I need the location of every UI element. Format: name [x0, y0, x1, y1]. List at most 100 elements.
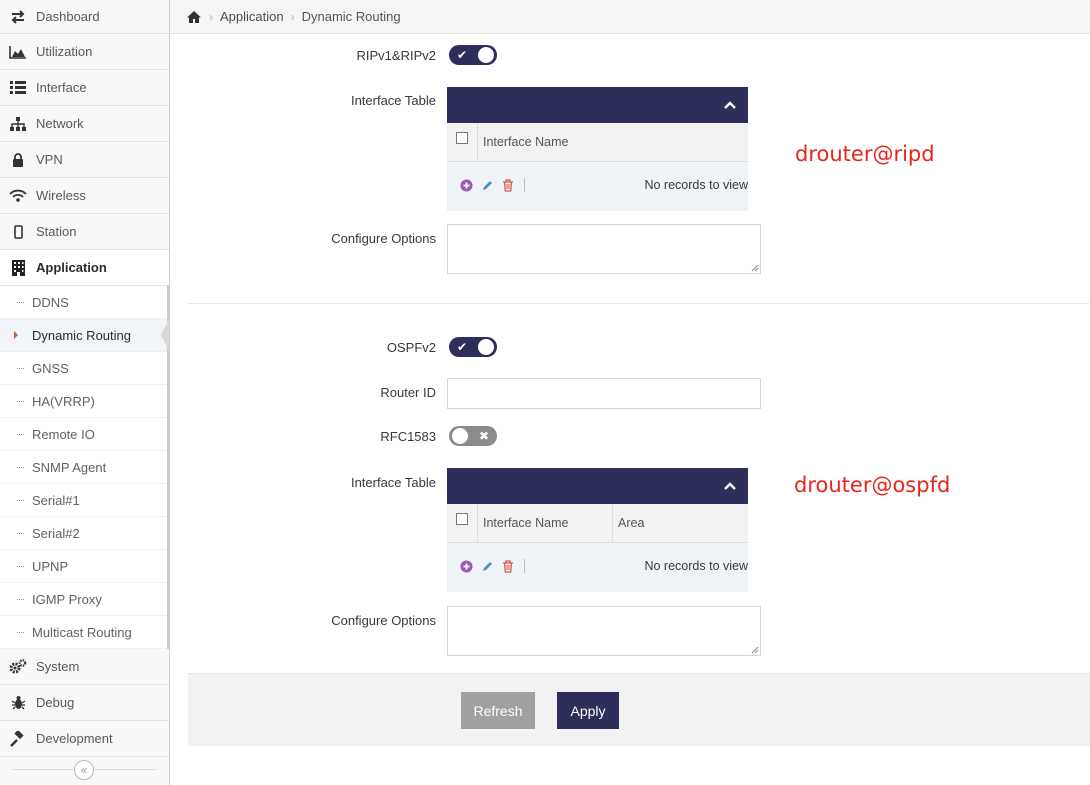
exchange-icon	[0, 9, 36, 24]
rip-options-textarea[interactable]	[447, 224, 761, 274]
sidebar-item-label: Development	[36, 731, 113, 746]
submenu-item-serial-1[interactable]: Serial#1	[0, 484, 167, 517]
select-all-checkbox[interactable]	[447, 123, 478, 161]
submenu-item-multicast-routing[interactable]: Multicast Routing	[0, 616, 167, 649]
lock-icon	[0, 152, 36, 167]
building-icon	[0, 259, 36, 276]
form-actions: Refresh Apply	[188, 673, 1090, 746]
edit-icon[interactable]	[480, 559, 494, 573]
submenu-item-label: Dynamic Routing	[32, 327, 131, 343]
rfc1583-label: RFC1583	[380, 429, 436, 444]
trash-icon[interactable]	[501, 559, 515, 573]
edit-icon[interactable]	[480, 178, 494, 192]
breadcrumb-dynamic-routing: Dynamic Routing	[301, 9, 401, 24]
breadcrumb-application[interactable]: Application	[220, 9, 284, 24]
chevron-up-icon[interactable]	[722, 97, 738, 113]
breadcrumb-separator: ›	[209, 9, 213, 24]
breadcrumb-separator: ›	[290, 9, 295, 24]
submenu-item-ddns[interactable]: DDNS	[0, 286, 167, 319]
rfc1583-toggle[interactable]: ✖	[449, 426, 497, 446]
trash-icon[interactable]	[501, 178, 515, 192]
ospf-toggle-label: OSPFv2	[386, 340, 436, 355]
submenu-item-remote-io[interactable]: Remote IO	[0, 418, 167, 451]
ospf-options-textarea[interactable]	[447, 606, 761, 656]
add-icon[interactable]	[459, 178, 473, 192]
sidebar-item-network[interactable]: Network	[0, 106, 169, 142]
sidebar-item-application[interactable]: Application	[0, 250, 169, 286]
sidebar-item-station[interactable]: Station	[0, 214, 169, 250]
submenu-item-gnss[interactable]: GNSS	[0, 352, 167, 385]
submenu-item-serial-2[interactable]: Serial#2	[0, 517, 167, 550]
rip-interface-table: Interface Name No records to view	[447, 87, 748, 211]
sidebar-item-label: Application	[36, 260, 107, 275]
submenu-item-label: Serial#1	[32, 492, 80, 508]
chevron-up-icon[interactable]	[722, 478, 738, 494]
submenu-item-label: Multicast Routing	[32, 624, 132, 640]
sidebar-item-development[interactable]: Development	[0, 721, 169, 757]
list-icon	[0, 81, 36, 94]
submenu-item-label: Remote IO	[32, 426, 95, 442]
sidebar-item-vpn[interactable]: VPN	[0, 142, 169, 178]
rip-toggle[interactable]: ✔	[449, 45, 497, 65]
check-icon: ✔	[457, 340, 468, 354]
submenu-item-label: SNMP Agent	[32, 459, 107, 475]
rip-interface-table-label: Interface Table	[350, 93, 436, 108]
table-column-headers: Interface Name Area	[447, 504, 748, 543]
sidebar-item-label: VPN	[36, 152, 63, 167]
column-area[interactable]: Area	[613, 504, 748, 542]
submenu-item-ha-vrrp[interactable]: HA(VRRP)	[0, 385, 167, 418]
add-icon[interactable]	[459, 559, 473, 573]
ospf-options-label: Configure Options	[331, 613, 436, 628]
column-interface-name[interactable]: Interface Name	[478, 504, 613, 542]
submenu-item-label: UPNP	[32, 558, 69, 574]
rip-annotation: drouter@ripd	[795, 142, 935, 166]
check-icon: ✔	[457, 48, 468, 62]
ospf-annotation: drouter@ospfd	[794, 473, 951, 497]
ospf-interface-table: Interface Name Area No records to view	[447, 468, 748, 592]
gavel-icon	[0, 730, 36, 747]
sidebar-item-debug[interactable]: Debug	[0, 685, 169, 721]
submenu-item-label: DDNS	[32, 294, 69, 310]
sidebar-item-system[interactable]: System	[0, 649, 169, 685]
submenu-item-dynamic-routing[interactable]: Dynamic Routing	[0, 319, 169, 352]
wifi-icon	[0, 189, 36, 202]
x-icon: ✖	[478, 429, 489, 443]
mobile-icon	[0, 224, 36, 239]
apply-button[interactable]: Apply	[557, 692, 619, 729]
submenu-item-igmp-proxy[interactable]: IGMP Proxy	[0, 583, 167, 616]
no-records-text: No records to view	[644, 559, 748, 573]
sidebar-item-label: Dashboard	[36, 9, 100, 24]
table-column-headers: Interface Name	[447, 123, 748, 162]
sidebar-item-label: System	[36, 659, 80, 674]
resize-grip-icon[interactable]	[751, 646, 759, 654]
sidebar-item-utilization[interactable]: Utilization	[0, 34, 169, 70]
table-footer: No records to view	[447, 162, 748, 211]
collapse-sidebar-button[interactable]: «	[74, 760, 94, 780]
resize-grip-icon[interactable]	[751, 264, 759, 272]
table-footer: No records to view	[447, 543, 748, 592]
application-submenu: DDNS Dynamic Routing GNSS HA(VRRP) Remot…	[0, 286, 169, 649]
active-indicator	[161, 319, 169, 351]
sidebar-item-interface[interactable]: Interface	[0, 70, 169, 106]
submenu-item-label: HA(VRRP)	[32, 393, 95, 409]
sidebar-collapse-bar: «	[0, 757, 169, 785]
submenu-item-snmp-agent[interactable]: SNMP Agent	[0, 451, 167, 484]
sidebar-item-label: Network	[36, 116, 84, 131]
ospf-interface-table-label: Interface Table	[350, 475, 436, 490]
sidebar: Dashboard Utilization Interface Network …	[0, 0, 170, 785]
router-id-input[interactable]	[447, 378, 761, 409]
sidebar-item-dashboard[interactable]: Dashboard	[0, 0, 169, 34]
double-chevron-left-icon: «	[80, 763, 88, 777]
sidebar-item-wireless[interactable]: Wireless	[0, 178, 169, 214]
ospf-toggle[interactable]: ✔	[449, 337, 497, 357]
refresh-button[interactable]: Refresh	[461, 692, 535, 729]
no-records-text: No records to view	[644, 178, 748, 192]
sidebar-item-label: Debug	[36, 695, 75, 710]
select-all-checkbox[interactable]	[447, 504, 478, 542]
home-icon[interactable]	[186, 10, 202, 24]
rip-options-label: Configure Options	[331, 231, 436, 246]
submenu-item-upnp[interactable]: UPNP	[0, 550, 167, 583]
column-interface-name[interactable]: Interface Name	[478, 123, 748, 161]
cogs-icon	[0, 659, 36, 674]
router-id-label: Router ID	[380, 385, 436, 400]
